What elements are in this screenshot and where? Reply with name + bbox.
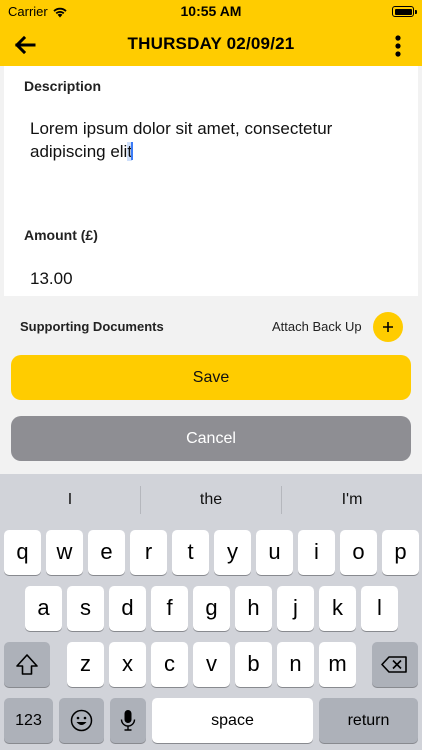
key-label: w — [56, 539, 73, 564]
key-label: t — [187, 539, 194, 564]
attach-back-up-button[interactable] — [373, 312, 403, 342]
numbers-key[interactable]: 123 — [4, 698, 53, 743]
key-k[interactable]: k — [319, 586, 356, 631]
backspace-key[interactable] — [372, 642, 418, 687]
key-label: z — [80, 651, 91, 676]
plus-icon — [383, 322, 393, 332]
emoji-key[interactable] — [59, 698, 104, 743]
form-card: Description Lorem ipsum dolor sit amet, … — [4, 66, 418, 296]
key-r[interactable]: r — [130, 530, 167, 575]
more-vertical-icon[interactable] — [386, 30, 410, 60]
key-g[interactable]: g — [193, 586, 230, 631]
key-label: y — [227, 539, 238, 564]
emoji-icon — [70, 709, 93, 732]
key-label: i — [314, 539, 319, 564]
key-label: u — [268, 539, 281, 564]
description-text-line2: adipiscing eli — [30, 142, 128, 161]
space-key[interactable]: space — [152, 698, 313, 743]
battery-icon — [392, 6, 417, 17]
key-label: l — [377, 595, 382, 620]
status-bar: Carrier 10:55 AM — [0, 0, 422, 24]
key-label: h — [247, 595, 260, 620]
key-label: k — [332, 595, 343, 620]
cancel-button-label: Cancel — [186, 430, 236, 447]
key-i[interactable]: i — [298, 530, 335, 575]
save-button[interactable]: Save — [11, 355, 411, 400]
key-label: q — [16, 539, 29, 564]
shift-key[interactable] — [4, 642, 50, 687]
key-m[interactable]: m — [319, 642, 356, 687]
return-key[interactable]: return — [319, 698, 418, 743]
key-label: g — [205, 595, 218, 620]
key-n[interactable]: n — [277, 642, 314, 687]
numbers-key-label: 123 — [15, 712, 42, 729]
key-label: j — [293, 595, 298, 620]
key-b[interactable]: b — [235, 642, 272, 687]
key-c[interactable]: c — [151, 642, 188, 687]
description-input[interactable]: Lorem ipsum dolor sit amet, consectetur … — [30, 117, 390, 163]
key-label: b — [247, 651, 260, 676]
key-label: a — [37, 595, 50, 620]
key-label: s — [80, 595, 91, 620]
key-label: m — [328, 651, 347, 676]
dictation-key[interactable] — [110, 698, 146, 743]
cancel-button[interactable]: Cancel — [11, 416, 411, 461]
backspace-icon — [381, 656, 407, 673]
supporting-documents-label: Supporting Documents — [20, 319, 164, 334]
key-label: c — [164, 651, 175, 676]
key-w[interactable]: w — [46, 530, 83, 575]
page-title: THURSDAY 02/09/21 — [127, 34, 295, 53]
suggestion-2[interactable]: the — [141, 474, 281, 526]
return-key-label: return — [347, 712, 390, 729]
key-label: r — [144, 539, 153, 564]
save-button-label: Save — [192, 369, 230, 386]
key-s[interactable]: s — [67, 586, 104, 631]
shift-icon — [16, 654, 38, 675]
key-label: n — [289, 651, 302, 676]
key-l[interactable]: l — [361, 586, 398, 631]
key-label: v — [206, 651, 217, 676]
key-v[interactable]: v — [193, 642, 230, 687]
key-label: f — [166, 595, 173, 620]
key-o[interactable]: o — [340, 530, 377, 575]
key-d[interactable]: d — [109, 586, 146, 631]
key-j[interactable]: j — [277, 586, 314, 631]
attach-back-up-label[interactable]: Attach Back Up — [272, 319, 362, 334]
key-y[interactable]: y — [214, 530, 251, 575]
key-u[interactable]: u — [256, 530, 293, 575]
suggestion-3[interactable]: I'm — [282, 474, 422, 526]
key-a[interactable]: a — [25, 586, 62, 631]
description-text-line1: Lorem ipsum dolor sit amet, consectetur — [30, 119, 333, 138]
space-key-label: space — [211, 712, 254, 729]
suggestion-1[interactable]: I — [0, 474, 140, 526]
key-h[interactable]: h — [235, 586, 272, 631]
microphone-icon — [120, 710, 136, 731]
key-label: p — [394, 539, 407, 564]
key-e[interactable]: e — [88, 530, 125, 575]
description-label: Description — [24, 78, 102, 94]
key-label: d — [121, 595, 134, 620]
key-t[interactable]: t — [172, 530, 209, 575]
key-x[interactable]: x — [109, 642, 146, 687]
amount-input[interactable]: 13.00 — [30, 269, 73, 289]
key-p[interactable]: p — [382, 530, 419, 575]
key-q[interactable]: q — [4, 530, 41, 575]
clock: 10:55 AM — [180, 3, 242, 19]
amount-label: Amount (£) — [24, 227, 98, 243]
keyboard: I the I'm 123 space return q w e r t y u… — [0, 474, 422, 750]
app-header: THURSDAY 02/09/21 — [0, 24, 422, 66]
key-label: o — [352, 539, 365, 564]
key-f[interactable]: f — [151, 586, 188, 631]
key-z[interactable]: z — [67, 642, 104, 687]
key-label: e — [100, 539, 113, 564]
key-label: x — [122, 651, 133, 676]
text-caret — [131, 142, 134, 160]
